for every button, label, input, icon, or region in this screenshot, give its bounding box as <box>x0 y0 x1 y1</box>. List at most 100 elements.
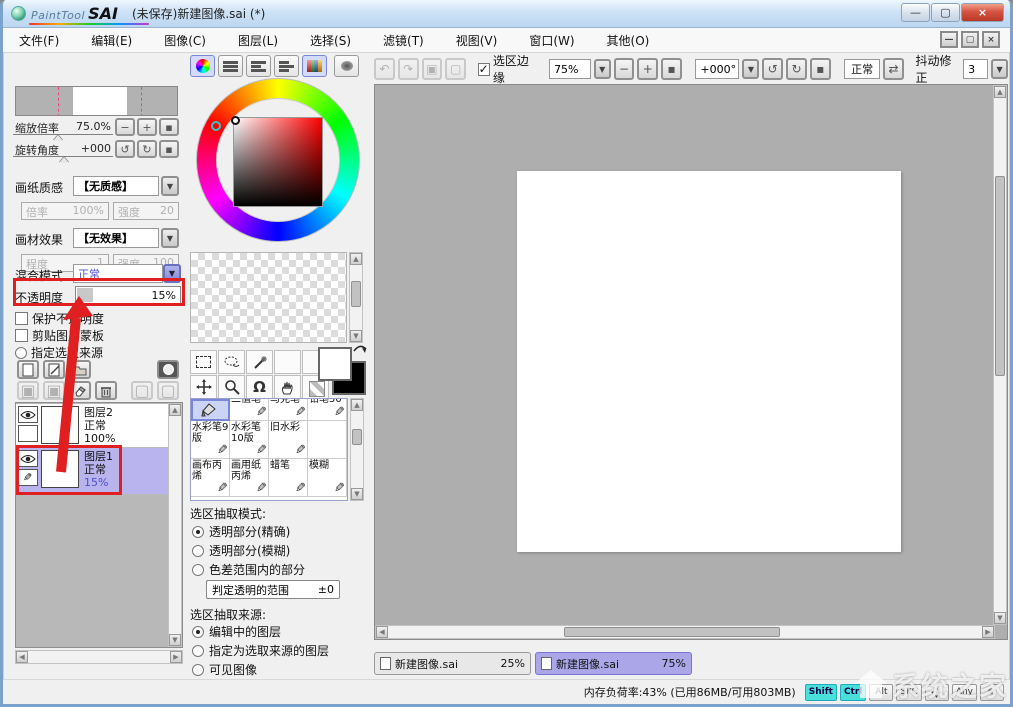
ctrl-key-indicator[interactable]: Ctrl <box>840 684 866 701</box>
swatches-vscrollbar[interactable]: ▲ ▼ <box>349 252 363 343</box>
preserve-opacity-checkbox[interactable] <box>15 312 28 325</box>
selection-mode-option-colorrange[interactable]: 色差范围内的部分 <box>192 561 305 578</box>
brush-scroll-down-button[interactable]: ▼ <box>351 488 363 500</box>
radio-visible-image[interactable] <box>192 664 204 676</box>
navigator-rotate-cw-button[interactable]: ↻ <box>137 140 157 158</box>
brush-marker[interactable]: 马克笔 ✎ <box>269 399 308 421</box>
zoom-out-button[interactable]: − <box>614 58 635 80</box>
navigator-zoom-reset-button[interactable]: ▪ <box>159 118 179 136</box>
zoom-in-button[interactable]: + <box>637 58 658 80</box>
navigator-rotate-slider-handle[interactable] <box>59 157 69 163</box>
space-key-indicator[interactable]: SPC <box>896 684 921 701</box>
brush-pencil50[interactable]: 铅笔50 ✎ <box>308 399 347 421</box>
selection-source-option-editing[interactable]: 编辑中的图层 <box>192 623 281 640</box>
clipping-mask-row[interactable]: 剪贴图层蒙板 <box>15 327 104 344</box>
new-folder-button[interactable] <box>69 360 91 379</box>
opacity-slider[interactable]: 15% <box>75 286 181 304</box>
canvas-hscrollbar[interactable]: ◀ ▶ <box>375 625 995 639</box>
stabilizer-dropdown-button[interactable]: ▼ <box>991 59 1008 79</box>
rect-select-tool[interactable] <box>190 350 217 374</box>
color-mixer-tab[interactable] <box>274 55 299 77</box>
copy-selection-button[interactable]: ▢ <box>131 381 153 400</box>
swap-colors-arrow-icon[interactable] <box>352 341 368 355</box>
swatches-tab[interactable] <box>302 55 327 77</box>
rotate-reset-button[interactable]: ▪ <box>810 58 831 80</box>
layers-scroll-up-button[interactable]: ▲ <box>169 404 181 416</box>
canvas-scroll-right-button[interactable]: ▶ <box>982 626 994 638</box>
canvas-scroll-up-button[interactable]: ▲ <box>994 86 1006 98</box>
close-button[interactable]: × <box>961 3 1004 22</box>
child-minimize-button[interactable]: — <box>940 31 958 48</box>
new-linework-layer-button[interactable] <box>43 360 65 379</box>
paste-selection-button[interactable]: ▢ <box>157 381 179 400</box>
menu-edit[interactable]: 编辑(E) <box>75 28 148 52</box>
paper-texture-select[interactable]: 【无质感】 <box>73 176 159 196</box>
navigator-rotate-reset-button[interactable]: ▪ <box>159 140 179 158</box>
magic-wand-tool[interactable] <box>246 350 273 374</box>
hue-marker[interactable] <box>211 121 221 131</box>
brush-bucket[interactable] <box>191 399 230 421</box>
navigator-zoom-in-button[interactable]: + <box>137 118 157 136</box>
menu-select[interactable]: 选择(S) <box>294 28 367 52</box>
rotate-canvas-tool[interactable]: Ω <box>246 375 273 399</box>
navigator-thumbnail[interactable] <box>15 86 178 116</box>
canvas-area[interactable]: ▲ ▼ ◀ ▶ <box>374 84 1008 640</box>
child-restore-button[interactable]: ▢ <box>961 31 979 48</box>
layer-row-1[interactable]: ✎ 图层1 正常 15% <box>16 448 168 495</box>
brush-scroll-thumb[interactable] <box>352 429 362 445</box>
rgb-sliders-tab[interactable] <box>218 55 243 77</box>
selection-source-radio[interactable] <box>15 347 27 359</box>
shift-key-indicator[interactable]: Shift <box>805 684 837 701</box>
alt-key-indicator[interactable]: Alt <box>869 684 893 701</box>
left-scroll-right-button[interactable]: ▶ <box>170 651 182 663</box>
layer-row-2[interactable]: 图层2 正常 100% <box>16 404 168 448</box>
merge-down-button[interactable]: ▣ <box>43 381 65 400</box>
navigator-zoom-slider-handle[interactable] <box>53 135 63 141</box>
foreground-color-swatch[interactable] <box>318 347 352 381</box>
brush-canvas-acrylic[interactable]: 画布丙烯 ✎ <box>191 459 230 497</box>
brush-scroll-up-button[interactable]: ▲ <box>351 399 363 411</box>
menu-view[interactable]: 视图(V) <box>440 28 514 52</box>
document-tab-2[interactable]: 新建图像.sai 75% <box>535 652 692 675</box>
angle-dropdown-button[interactable]: ▼ <box>742 59 759 79</box>
swatches-scroll-thumb[interactable] <box>351 281 361 307</box>
angle-field[interactable]: +000° <box>695 59 739 79</box>
hand-tool[interactable] <box>274 375 301 399</box>
transparency-range-field[interactable]: 判定透明的范围 ±0 <box>206 580 340 599</box>
selection-mode-option-precise[interactable]: 透明部分(精确) <box>192 523 290 540</box>
paper-texture-dropdown-button[interactable]: ▼ <box>161 176 179 196</box>
move-tool[interactable] <box>190 375 217 399</box>
left-scroll-left-button[interactable]: ◀ <box>16 651 28 663</box>
canvas-vscroll-thumb[interactable] <box>995 176 1005 376</box>
deselect-button[interactable]: ▣ <box>422 58 443 80</box>
transfer-down-button[interactable]: ▣ <box>17 381 39 400</box>
invert-selection-button[interactable]: ▢ <box>445 58 466 80</box>
view-normal-button[interactable]: 正常 <box>844 59 880 79</box>
undo-button[interactable]: ↶ <box>374 58 395 80</box>
menu-file[interactable]: 文件(F) <box>3 28 75 52</box>
blend-mode-dropdown-button[interactable]: ▼ <box>163 264 181 283</box>
any-key-indicator[interactable]: Any <box>952 684 977 701</box>
menu-layer[interactable]: 图层(L) <box>222 28 294 52</box>
color-wheel-tab[interactable] <box>190 55 215 77</box>
canvas-scroll-down-button[interactable]: ▼ <box>994 612 1006 624</box>
rotate-ccw-button[interactable]: ↺ <box>762 58 783 80</box>
scratchpad-tab[interactable] <box>334 55 359 77</box>
menu-window[interactable]: 窗口(W) <box>513 28 590 52</box>
minimize-button[interactable]: — <box>901 3 930 22</box>
menu-filter[interactable]: 滤镜(T) <box>367 28 440 52</box>
brush-paper-acrylic[interactable]: 画用纸丙烯 ✎ <box>230 459 269 497</box>
delete-layer-button[interactable] <box>95 381 117 400</box>
navigator-zoom-slider[interactable] <box>13 134 113 135</box>
radio-fuzzy[interactable] <box>192 545 204 557</box>
stabilizer-field[interactable]: 3 <box>963 59 988 79</box>
selection-edge-checkbox[interactable]: ✓ <box>478 63 490 76</box>
canvas-hscroll-thumb[interactable] <box>564 627 780 637</box>
rotate-cw-button[interactable]: ↻ <box>786 58 807 80</box>
navigator-rotate-ccw-button[interactable]: ↺ <box>115 140 135 158</box>
flip-horizontal-button[interactable]: ⇄ <box>883 58 904 80</box>
brush-grid-vscrollbar[interactable]: ▲ ▼ <box>350 398 364 501</box>
radio-editing-layer[interactable] <box>192 626 204 638</box>
radio-designated-layer[interactable] <box>192 645 204 657</box>
canvas-scroll-left-button[interactable]: ◀ <box>376 626 388 638</box>
